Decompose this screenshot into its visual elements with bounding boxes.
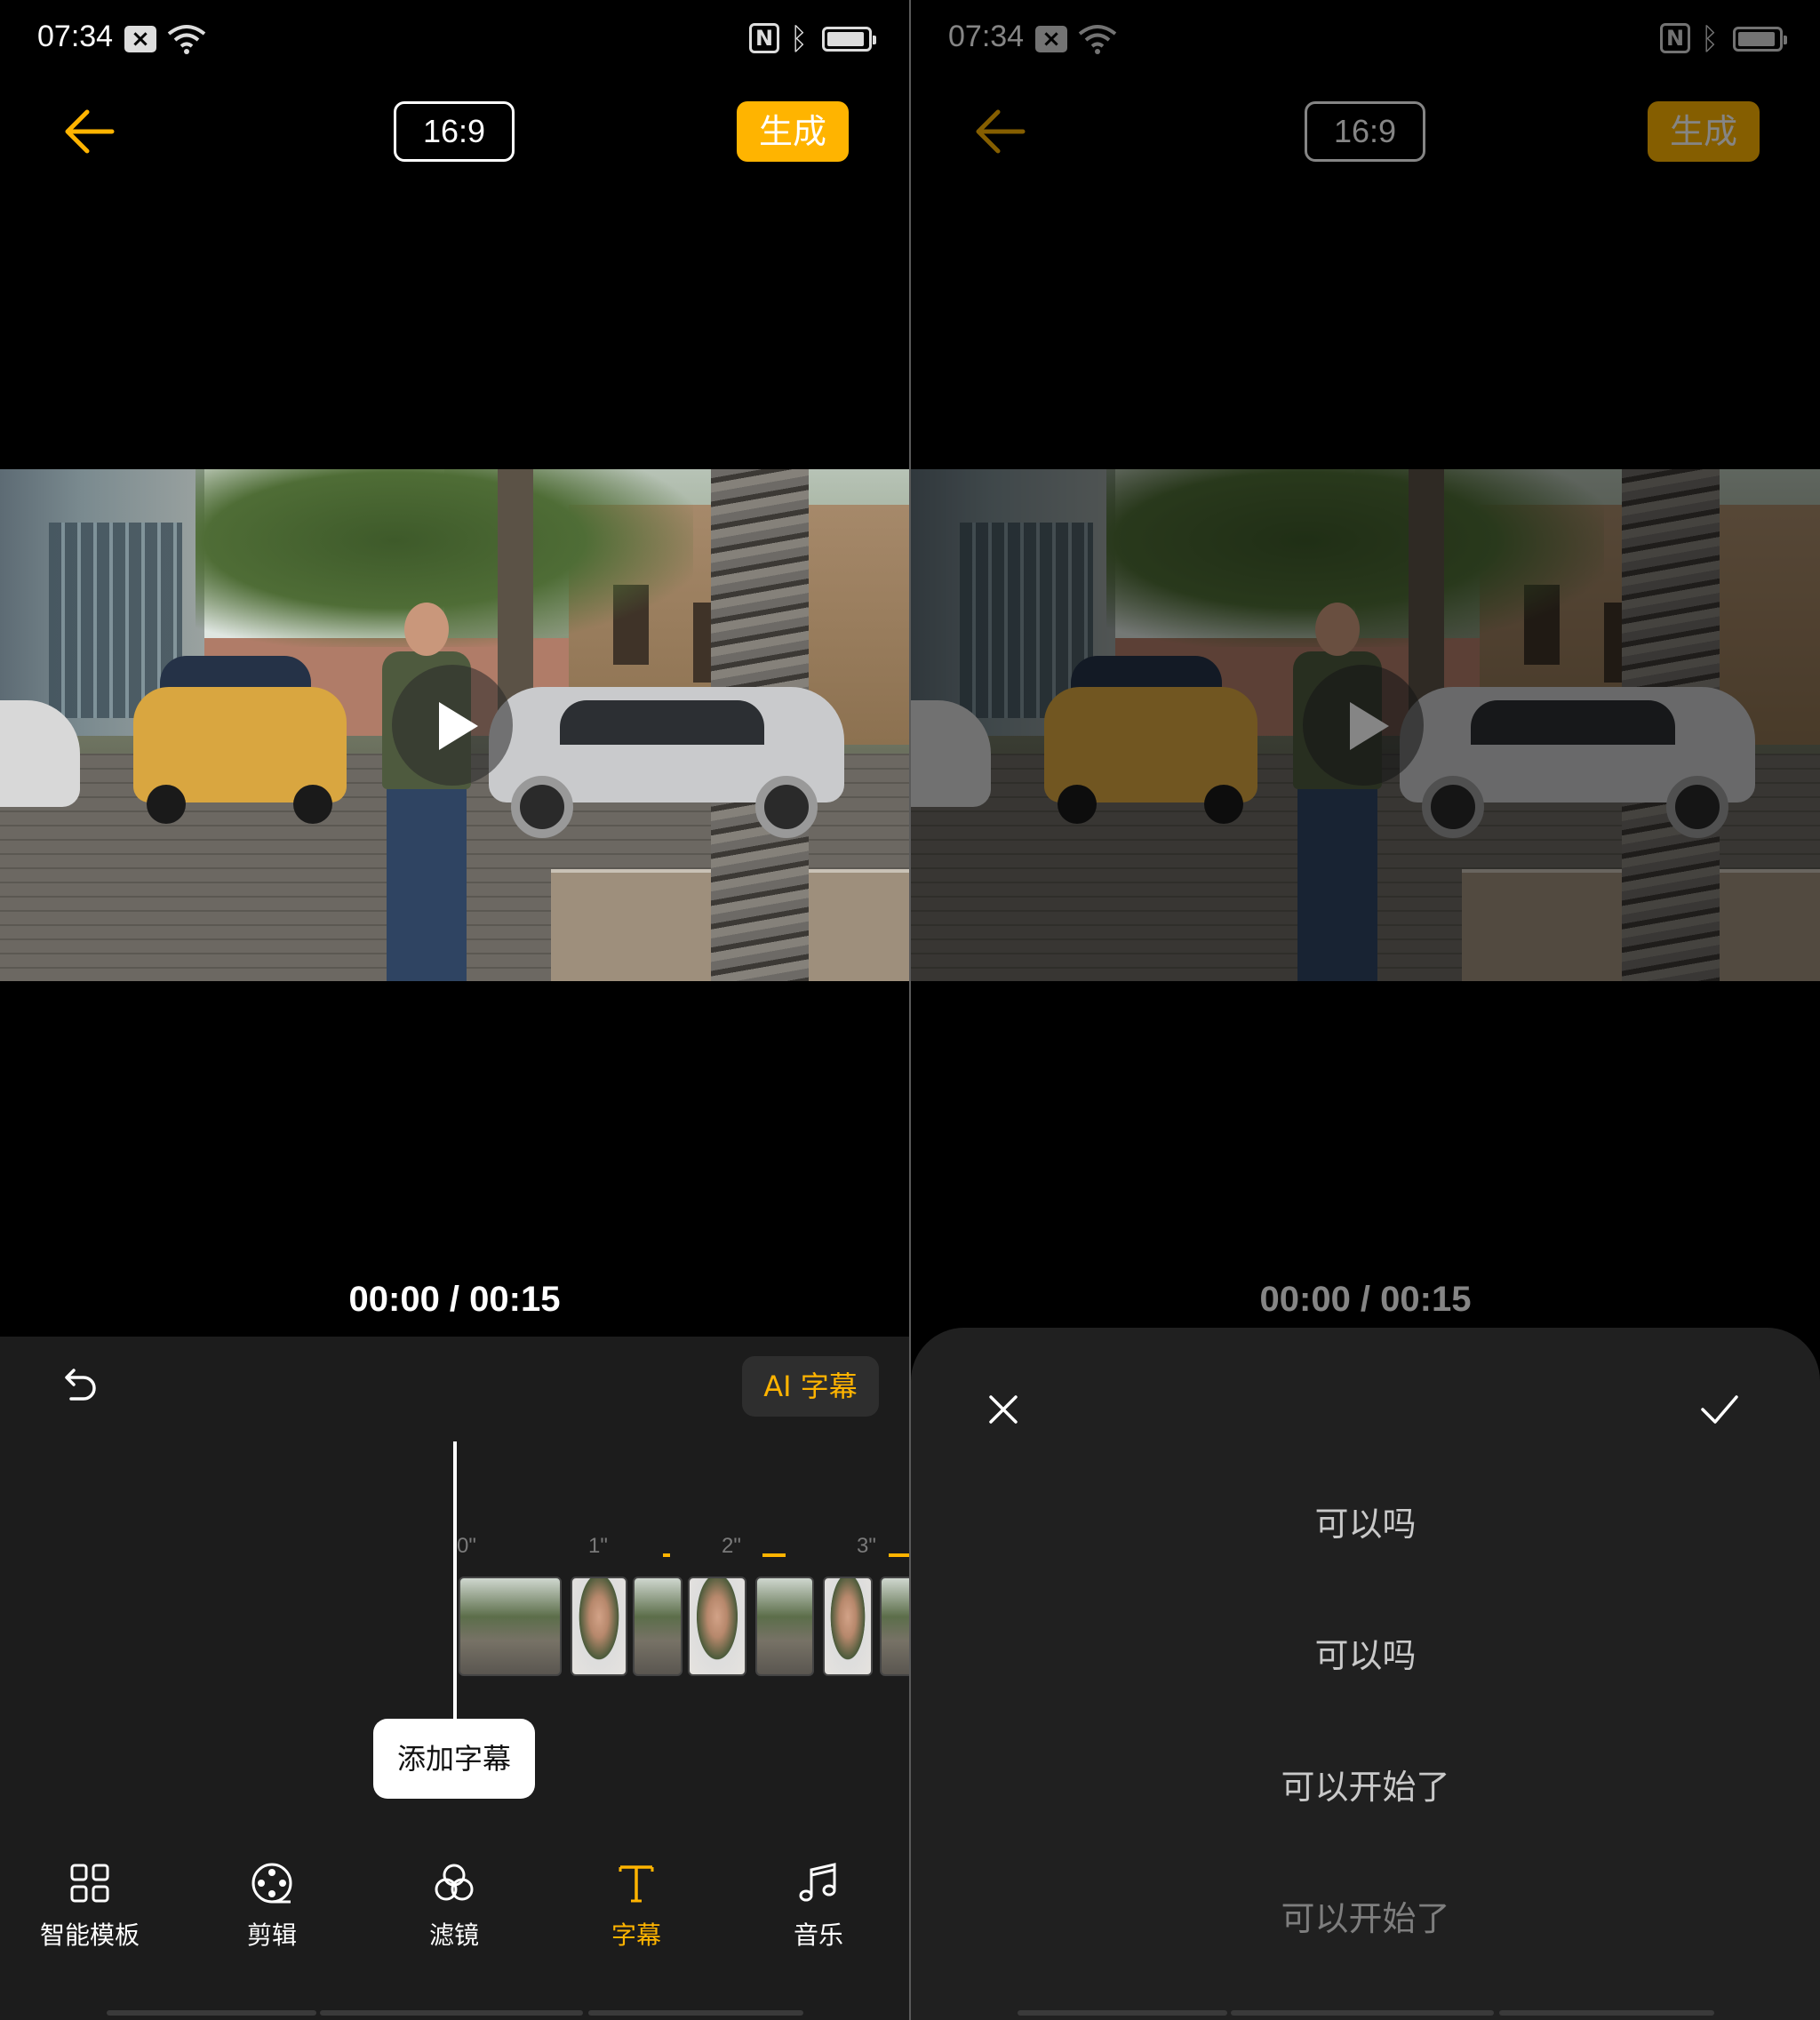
video-preview[interactable]: [0, 469, 909, 981]
film-reel-icon: [251, 1863, 292, 1904]
caption-item[interactable]: 可以吗: [911, 1628, 1820, 1677]
timeline-thumbnail: [459, 1577, 562, 1676]
close-icon[interactable]: [984, 1390, 1023, 1429]
battery-icon: [822, 27, 876, 52]
timeline-thumbnail: [688, 1577, 746, 1676]
status-bar: 07:34 × N ᛒ: [0, 0, 909, 80]
tick-label: 3": [857, 1534, 876, 1558]
bottom-toolbar: 智能模板 剪辑 滤镜 字幕 音乐: [0, 1861, 909, 1968]
text-t-icon: [619, 1865, 654, 1903]
timeline-scrollbar[interactable]: [588, 2010, 803, 2016]
scroll-indicator: [1018, 2010, 1227, 2016]
caption-item[interactable]: 可以开始了: [911, 1891, 1820, 1940]
timeline-scrollbar[interactable]: [107, 2010, 316, 2016]
tool-caption[interactable]: 字幕: [574, 1861, 698, 1968]
notification-x-icon: ×: [124, 26, 156, 52]
timeline-thumbnail: [823, 1577, 873, 1676]
timeline-thumbnail: [880, 1577, 909, 1676]
filter-circles-icon: [435, 1864, 474, 1901]
tool-label: 字幕: [611, 1920, 661, 1950]
timeline-thumbnail: [755, 1577, 814, 1676]
tick-label: 2": [722, 1534, 741, 1558]
timecode: 00:00 / 00:15: [348, 1280, 561, 1319]
tool-label: 剪辑: [246, 1920, 297, 1950]
timeline-thumbnail: [571, 1577, 627, 1676]
tool-filter[interactable]: 滤镜: [392, 1861, 516, 1968]
tool-label: 滤镜: [428, 1920, 479, 1950]
play-icon[interactable]: [439, 702, 478, 750]
back-arrow-icon[interactable]: [62, 107, 116, 156]
aspect-ratio-button[interactable]: 16:9: [394, 101, 515, 162]
status-time: 07:34: [37, 20, 114, 53]
editor-panel: AI 字幕 0" 1" 2" 3" 添加字幕 智能模板 剪辑 滤镜 字幕 音乐: [0, 1337, 909, 2020]
tool-smart-template[interactable]: 智能模板: [28, 1861, 152, 1968]
scroll-indicator: [1499, 2010, 1714, 2016]
bluetooth-icon: ᛒ: [789, 21, 809, 57]
caption-edit-screen: 07:34 × N ᛒ 16:9 生成 00:00 / 00:15 可以吗 可以…: [911, 0, 1820, 2020]
ai-caption-button[interactable]: AI 字幕: [742, 1356, 879, 1417]
caption-marker: [762, 1553, 786, 1557]
timeline-track[interactable]: [459, 1577, 909, 1680]
timeline-ruler: 0" 1" 2" 3": [457, 1534, 909, 1569]
caption-item[interactable]: 可以吗: [911, 1497, 1820, 1545]
tool-music[interactable]: 音乐: [756, 1861, 881, 1968]
tool-label: 智能模板: [39, 1920, 140, 1950]
undo-icon[interactable]: [59, 1365, 100, 1406]
nfc-icon: N: [749, 23, 779, 53]
tool-edit[interactable]: 剪辑: [210, 1861, 334, 1968]
timeline-scrollbar[interactable]: [320, 2010, 583, 2016]
add-caption-tooltip[interactable]: 添加字幕: [373, 1719, 535, 1799]
timeline-thumbnail: [633, 1577, 682, 1676]
music-note-icon: [799, 1863, 836, 1902]
scroll-indicator: [1231, 2010, 1494, 2016]
caption-edit-sheet: 可以吗 可以吗 可以开始了 可以开始了: [911, 1328, 1820, 2020]
tool-label: 音乐: [793, 1920, 843, 1950]
playhead[interactable]: [453, 1441, 457, 1726]
editor-screen: 07:34 × N ᛒ 16:9 生成 00:00 / 00:15 AI 字幕 …: [0, 0, 909, 2020]
check-icon[interactable]: [1697, 1390, 1742, 1429]
generate-button[interactable]: 生成: [737, 101, 849, 162]
tick-label: 0": [457, 1534, 476, 1558]
wifi-icon: [167, 25, 206, 54]
caption-item[interactable]: 可以开始了: [911, 1760, 1820, 1808]
grid-icon: [70, 1864, 109, 1903]
caption-marker: [889, 1553, 909, 1557]
tick-label: 1": [588, 1534, 608, 1558]
caption-marker: [663, 1553, 670, 1557]
